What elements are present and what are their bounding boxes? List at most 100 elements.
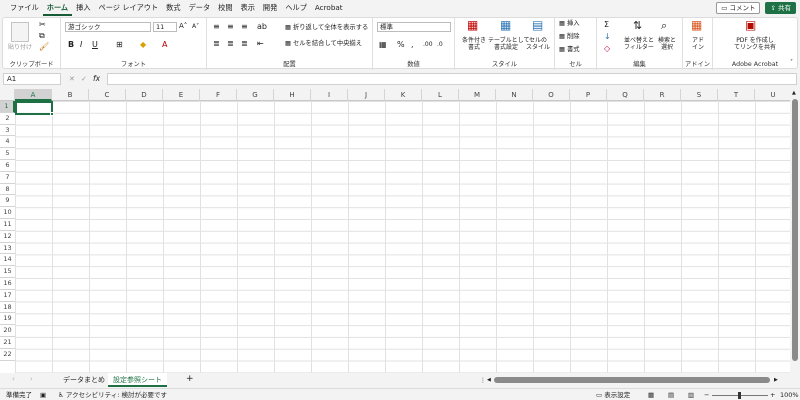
formula-input[interactable] bbox=[107, 73, 797, 85]
selected-cell[interactable] bbox=[15, 101, 53, 115]
scroll-left-icon[interactable]: ◀ bbox=[487, 376, 491, 385]
align-middle-icon[interactable]: ≡ bbox=[227, 22, 234, 31]
autosum-icon[interactable]: Σ bbox=[604, 20, 609, 29]
menu-tab[interactable]: 挿入 bbox=[72, 0, 94, 16]
italic-icon[interactable]: I bbox=[80, 40, 82, 49]
next-sheet-icon[interactable]: › bbox=[30, 375, 33, 384]
row-header[interactable]: 18 bbox=[0, 302, 15, 314]
column-header[interactable]: O bbox=[533, 89, 570, 101]
menu-tab[interactable]: ヘルプ bbox=[281, 0, 311, 16]
format-painter-icon[interactable]: 🖌 bbox=[39, 42, 49, 51]
fill-icon[interactable]: ↓ bbox=[604, 32, 611, 41]
menu-tab[interactable]: データ bbox=[185, 0, 215, 16]
zoom-level[interactable]: 100% bbox=[780, 389, 799, 400]
addins-icon[interactable]: ▦ bbox=[691, 19, 702, 31]
row-header[interactable]: 9 bbox=[0, 195, 15, 208]
format-cells-button[interactable]: ▦ 書式 bbox=[559, 46, 580, 54]
column-header[interactable]: T bbox=[718, 89, 755, 101]
cut-icon[interactable]: ✂ bbox=[39, 20, 46, 29]
increase-decimal-icon[interactable]: .00 bbox=[423, 40, 433, 49]
row-header[interactable]: 19 bbox=[0, 313, 15, 326]
align-center-icon[interactable]: ≣ bbox=[227, 39, 234, 48]
comma-icon[interactable]: , bbox=[411, 40, 414, 49]
accessibility-status[interactable]: ♿ アクセシビリティ: 検討が必要です bbox=[58, 389, 167, 400]
cell-area[interactable] bbox=[15, 101, 790, 373]
column-header[interactable]: A bbox=[15, 89, 52, 101]
page-break-icon[interactable]: ▥ bbox=[688, 389, 694, 400]
column-header[interactable]: F bbox=[200, 89, 237, 101]
bold-icon[interactable]: B bbox=[68, 40, 74, 49]
menu-tab[interactable]: ファイル bbox=[6, 0, 43, 16]
align-bottom-icon[interactable]: ≡ bbox=[241, 22, 248, 31]
column-header[interactable]: L bbox=[422, 89, 459, 101]
conditional-format-icon[interactable]: ▦ bbox=[467, 19, 478, 31]
font-size-select[interactable]: 11 bbox=[153, 22, 177, 32]
copy-icon[interactable]: ⧉ bbox=[39, 31, 45, 40]
row-header[interactable]: 6 bbox=[0, 160, 15, 172]
row-header[interactable]: 13 bbox=[0, 243, 15, 255]
scroll-up-icon[interactable]: ▲ bbox=[792, 89, 796, 98]
align-left-icon[interactable]: ≣ bbox=[213, 39, 220, 48]
column-header[interactable]: E bbox=[163, 89, 200, 101]
currency-icon[interactable]: ▦ bbox=[379, 40, 387, 49]
insert-cells-button[interactable]: ▦ 挿入 bbox=[559, 20, 580, 28]
prev-sheet-icon[interactable]: ‹ bbox=[12, 375, 15, 384]
sort-filter-icon[interactable]: ⇅ bbox=[633, 20, 642, 31]
add-sheet-button[interactable]: + bbox=[186, 375, 194, 384]
zoom-slider-thumb[interactable] bbox=[738, 392, 741, 399]
column-header[interactable]: K bbox=[385, 89, 422, 101]
share-button[interactable]: ⇪ 共有 bbox=[765, 2, 796, 14]
menu-tab[interactable]: ホーム bbox=[42, 0, 73, 16]
font-color-icon[interactable]: A bbox=[162, 40, 167, 49]
percent-icon[interactable]: % bbox=[397, 40, 405, 49]
confirm-icon[interactable]: ✓ bbox=[81, 75, 87, 84]
orientation-icon[interactable]: ab bbox=[257, 22, 267, 31]
menu-tab[interactable]: ページ レイアウト bbox=[95, 0, 163, 16]
horizontal-scroll-thumb[interactable] bbox=[494, 377, 770, 383]
row-header[interactable]: 1 bbox=[0, 101, 15, 113]
select-all-corner[interactable] bbox=[0, 89, 15, 101]
column-header[interactable]: B bbox=[52, 89, 89, 101]
font-name-select[interactable]: 游ゴシック bbox=[65, 22, 151, 32]
pdf-icon[interactable]: ▣ bbox=[745, 19, 756, 31]
vertical-scrollbar[interactable]: ▲ bbox=[790, 89, 800, 373]
border-icon[interactable]: ⊞ bbox=[116, 40, 123, 49]
cell-styles-icon[interactable]: ▤ bbox=[532, 19, 543, 31]
vertical-scroll-thumb[interactable] bbox=[792, 99, 798, 361]
zoom-out-icon[interactable]: − bbox=[704, 389, 709, 400]
normal-view-icon[interactable]: ▦ bbox=[648, 389, 654, 400]
align-right-icon[interactable]: ≣ bbox=[241, 39, 248, 48]
column-header[interactable]: I bbox=[311, 89, 348, 101]
column-header[interactable]: N bbox=[496, 89, 533, 101]
grow-font-icon[interactable]: A˄ bbox=[179, 22, 187, 31]
format-table-icon[interactable]: ▦ bbox=[500, 19, 511, 31]
clear-icon[interactable]: ◇ bbox=[604, 44, 610, 53]
find-icon[interactable]: ⌕ bbox=[661, 20, 667, 31]
cancel-icon[interactable]: ✕ bbox=[69, 75, 75, 84]
row-header[interactable]: 10 bbox=[0, 207, 15, 219]
column-header[interactable]: J bbox=[348, 89, 385, 101]
paste-icon[interactable] bbox=[11, 22, 29, 42]
column-header[interactable]: U bbox=[755, 89, 790, 101]
menu-tab[interactable]: 開発 bbox=[259, 0, 281, 16]
wrap-text-button[interactable]: ▦ 折り返して全体を表示する bbox=[285, 24, 368, 32]
column-header[interactable]: G bbox=[237, 89, 274, 101]
row-header[interactable]: 17 bbox=[0, 290, 15, 302]
column-header[interactable]: C bbox=[89, 89, 126, 101]
column-header[interactable]: D bbox=[126, 89, 163, 101]
insert-function-icon[interactable]: fx bbox=[93, 74, 100, 83]
macro-record-icon[interactable]: ▣ bbox=[40, 389, 46, 400]
row-header[interactable]: 2 bbox=[0, 113, 15, 125]
tab-split-icon[interactable]: ⋮ bbox=[480, 376, 486, 385]
row-header[interactable]: 12 bbox=[0, 231, 15, 243]
sheet-tab-data-summary[interactable]: データまとめ bbox=[58, 373, 110, 387]
column-header[interactable]: H bbox=[274, 89, 311, 101]
row-header[interactable]: 11 bbox=[0, 219, 15, 231]
indent-icon[interactable]: ⇤ bbox=[257, 39, 264, 48]
sheet-tab-settings[interactable]: 設定参照シート bbox=[108, 373, 167, 387]
menu-tab[interactable]: 数式 bbox=[162, 0, 184, 16]
row-header[interactable]: 8 bbox=[0, 184, 15, 196]
merge-center-button[interactable]: ▦ セルを結合して中央揃え bbox=[285, 40, 362, 48]
delete-cells-button[interactable]: ▦ 削除 bbox=[559, 33, 580, 41]
scroll-right-icon[interactable]: ▶ bbox=[774, 376, 778, 385]
